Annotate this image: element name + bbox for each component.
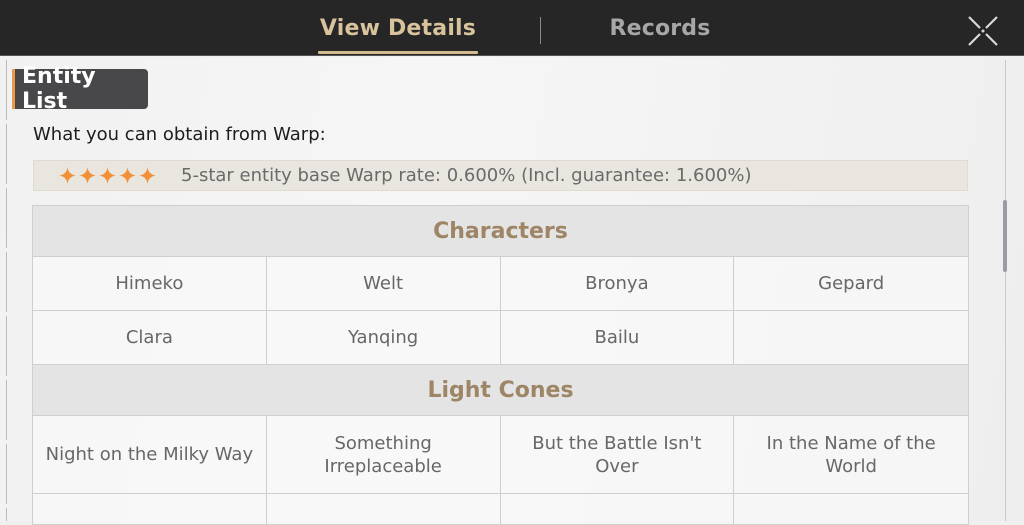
- rate-info-bar: 5-star entity base Warp rate: 0.600% (In…: [33, 160, 968, 191]
- entity-cell-empty: [734, 311, 968, 364]
- intro-text: What you can obtain from Warp:: [33, 124, 326, 145]
- top-bar: View Details Records: [0, 0, 1024, 56]
- tab-divider: [540, 17, 541, 44]
- tab-records[interactable]: Records: [580, 0, 740, 56]
- category-title: Light Cones: [427, 377, 574, 403]
- entity-cell[interactable]: Night on the Milky Way: [33, 416, 267, 493]
- entity-table: Characters Himeko Welt Bronya Gepard Cla…: [32, 205, 969, 525]
- close-button[interactable]: [962, 10, 1004, 52]
- entity-cell: [33, 494, 267, 524]
- entity-cell[interactable]: Welt: [267, 257, 501, 310]
- entity-cell[interactable]: Yanqing: [267, 311, 501, 364]
- entity-cell: [267, 494, 501, 524]
- tab-view-details[interactable]: View Details: [318, 0, 478, 56]
- close-x-icon: [968, 16, 998, 46]
- category-header-characters: Characters: [33, 206, 968, 257]
- entity-cell[interactable]: Something Irreplaceable: [267, 416, 501, 493]
- rate-text: 5-star entity base Warp rate: 0.600% (In…: [181, 165, 752, 186]
- entity-cell[interactable]: Himeko: [33, 257, 267, 310]
- scrollbar-track[interactable]: [1005, 60, 1006, 521]
- star-icon: [58, 166, 77, 185]
- entity-cell[interactable]: In the Name of the World: [734, 416, 968, 493]
- entity-cell: [734, 494, 968, 524]
- scrollbar-thumb[interactable]: [1003, 200, 1007, 272]
- entity-cell[interactable]: Gepard: [734, 257, 968, 310]
- table-row: Clara Yanqing Bailu: [33, 311, 968, 365]
- left-decorative-rule: [6, 60, 7, 521]
- star-icon: [98, 166, 117, 185]
- star-icon: [78, 166, 97, 185]
- star-icon: [138, 166, 157, 185]
- section-title-text: Entity List: [22, 64, 96, 114]
- category-title: Characters: [433, 218, 568, 244]
- entity-cell[interactable]: Bailu: [501, 311, 735, 364]
- entity-cell[interactable]: But the Battle Isn't Over: [501, 416, 735, 493]
- table-row-partial: [33, 494, 968, 524]
- entity-cell[interactable]: Clara: [33, 311, 267, 364]
- table-row: Night on the Milky Way Something Irrepla…: [33, 416, 968, 494]
- category-header-light-cones: Light Cones: [33, 365, 968, 416]
- section-title-entity-list: Entity List: [12, 64, 148, 114]
- entity-cell: [501, 494, 735, 524]
- star-rating: [58, 166, 157, 185]
- table-row: Himeko Welt Bronya Gepard: [33, 257, 968, 311]
- star-icon: [118, 166, 137, 185]
- entity-cell[interactable]: Bronya: [501, 257, 735, 310]
